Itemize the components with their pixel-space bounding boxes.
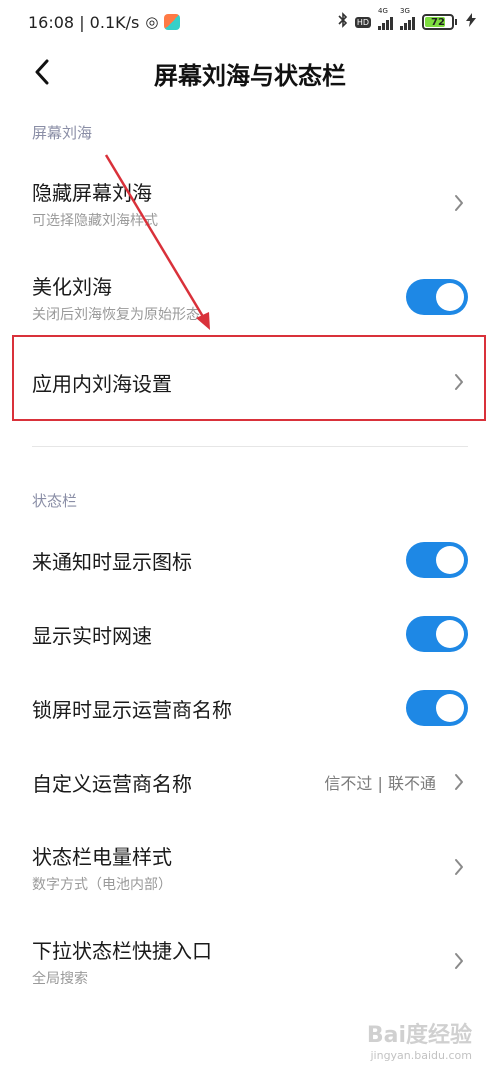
toggle-knob — [436, 283, 464, 311]
battery-body: 72 — [422, 14, 454, 30]
section-header-status: 状态栏 — [32, 492, 78, 510]
row-hide-notch[interactable]: 隐藏屏幕刘海 可选择隐藏刘海样式 — [0, 172, 500, 234]
section-header-notch: 屏幕刘海 — [32, 124, 93, 142]
toggle-knob — [436, 546, 464, 574]
row-notif-icons: 来通知时显示图标 — [0, 534, 500, 586]
row-in-app-notch-right — [450, 371, 468, 393]
row-battery-style[interactable]: 状态栏电量样式 数字方式（电池内部） — [0, 836, 500, 898]
page-title: 屏幕刘海与状态栏 — [154, 61, 346, 90]
carrier-lock-toggle[interactable] — [406, 690, 468, 726]
row-pulldown-right — [450, 950, 468, 972]
back-button[interactable] — [24, 54, 60, 90]
row-hide-notch-text: 隐藏屏幕刘海 可选择隐藏刘海样式 — [32, 177, 158, 230]
row-custom-carrier-right: 信不过 | 联不通 — [324, 770, 468, 794]
row-carrier-lock-text: 锁屏时显示运营商名称 — [32, 694, 232, 723]
beautify-notch-toggle[interactable] — [406, 279, 468, 315]
hd-badge: HD — [354, 16, 371, 28]
chevron-right-icon — [450, 371, 468, 393]
charging-icon — [464, 12, 478, 32]
watermark-main: Bai度经验 — [366, 1023, 472, 1048]
row-net-speed-title: 显示实时网速 — [32, 623, 152, 648]
row-carrier-lock-title: 锁屏时显示运营商名称 — [32, 697, 232, 722]
chevron-right-icon — [450, 856, 468, 878]
app-notification-icon — [164, 14, 181, 30]
row-beautify-notch-title: 美化刘海 — [32, 274, 112, 299]
row-custom-carrier[interactable]: 自定义运营商名称 信不过 | 联不通 — [0, 756, 500, 808]
hotspot-icon: ◎ — [145, 13, 159, 31]
signal-sim1-icon: 4G — [378, 7, 393, 30]
chevron-right-icon — [450, 192, 468, 214]
row-hide-notch-title: 隐藏屏幕刘海 — [32, 180, 152, 205]
row-pulldown-title: 下拉状态栏快捷入口 — [32, 938, 212, 963]
section-divider — [32, 446, 468, 447]
row-in-app-notch-text: 应用内刘海设置 — [32, 368, 172, 397]
sim2-label: 3G — [400, 7, 410, 15]
back-arrow-icon — [35, 59, 49, 85]
battery-percent: 72 — [431, 16, 445, 28]
row-net-speed-text: 显示实时网速 — [32, 620, 152, 649]
net-speed-toggle[interactable] — [406, 616, 468, 652]
row-hide-notch-right — [450, 192, 468, 214]
row-pulldown-text: 下拉状态栏快捷入口 全局搜索 — [32, 935, 212, 988]
row-custom-carrier-text: 自定义运营商名称 — [32, 768, 192, 797]
baidu-watermark: Bai度经验 jingyan.baidu.com — [367, 1017, 472, 1062]
chevron-right-icon — [450, 771, 468, 793]
row-hide-notch-sub: 可选择隐藏刘海样式 — [32, 212, 158, 229]
status-bar: 16:08 | 0.1K/s ◎ HD 4G 3G 72 — [0, 0, 500, 44]
row-battery-style-text: 状态栏电量样式 数字方式（电池内部） — [32, 841, 172, 894]
row-battery-style-title: 状态栏电量样式 — [32, 844, 172, 869]
chevron-right-icon — [450, 950, 468, 972]
toggle-knob — [436, 620, 464, 648]
row-in-app-notch[interactable]: 应用内刘海设置 — [0, 352, 500, 412]
toggle-knob — [436, 694, 464, 722]
status-time: 16:08 | 0.1K/s — [28, 12, 140, 32]
row-net-speed-right — [406, 616, 468, 652]
watermark-sub: jingyan.baidu.com — [370, 1049, 472, 1062]
page-header: 屏幕刘海与状态栏 — [0, 44, 500, 102]
row-beautify-notch: 美化刘海 关闭后刘海恢复为原始形态 — [0, 266, 500, 328]
battery-icon: 72 — [422, 14, 457, 30]
row-battery-style-right — [450, 856, 468, 878]
row-custom-carrier-value: 信不过 | 联不通 — [324, 774, 436, 793]
row-pulldown[interactable]: 下拉状态栏快捷入口 全局搜索 — [0, 930, 500, 992]
row-beautify-notch-right — [406, 279, 468, 315]
signal-sim2-icon: 3G — [400, 7, 415, 30]
notif-icons-toggle[interactable] — [406, 542, 468, 578]
row-beautify-notch-text: 美化刘海 关闭后刘海恢复为原始形态 — [32, 271, 200, 324]
bluetooth-icon — [338, 12, 348, 32]
row-notif-icons-right — [406, 542, 468, 578]
row-notif-icons-title: 来通知时显示图标 — [32, 549, 192, 574]
status-left: 16:08 | 0.1K/s ◎ — [28, 12, 181, 32]
battery-cap — [455, 19, 457, 25]
row-carrier-lock-right — [406, 690, 468, 726]
row-battery-style-sub: 数字方式（电池内部） — [32, 876, 172, 893]
row-pulldown-sub: 全局搜索 — [32, 970, 88, 987]
row-carrier-lock: 锁屏时显示运营商名称 — [0, 682, 500, 734]
row-beautify-notch-sub: 关闭后刘海恢复为原始形态 — [32, 306, 200, 323]
row-custom-carrier-title: 自定义运营商名称 — [32, 771, 192, 796]
row-in-app-notch-title: 应用内刘海设置 — [32, 371, 172, 396]
row-notif-icons-text: 来通知时显示图标 — [32, 546, 192, 575]
sim1-label: 4G — [378, 7, 388, 15]
row-net-speed: 显示实时网速 — [0, 608, 500, 660]
status-right: HD 4G 3G 72 — [338, 7, 478, 32]
